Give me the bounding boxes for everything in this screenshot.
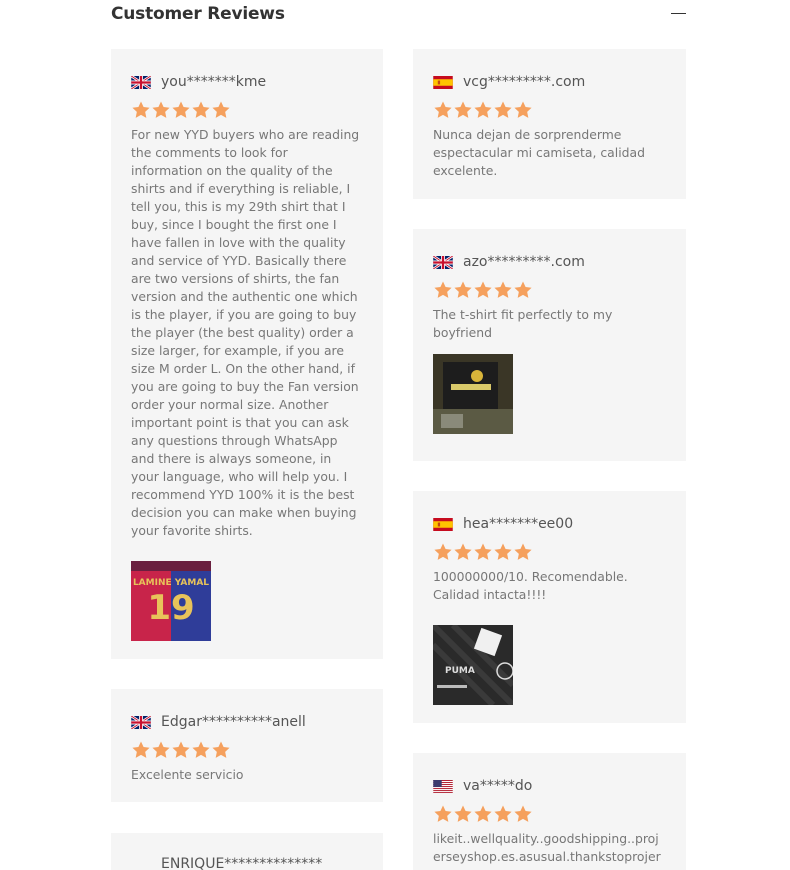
review-photo[interactable]: 19 LAMINE YAMAL [131, 561, 211, 641]
star-icon [211, 740, 231, 760]
star-icon [433, 542, 453, 562]
uk-flag-icon [131, 76, 151, 89]
review-text: Excelente servicio [131, 767, 244, 782]
review-card: ENRIQUE************** [111, 833, 383, 870]
reviewer-name: Edgar**********anell [161, 714, 306, 730]
star-icon [433, 100, 453, 120]
review-photo[interactable]: PUMA [433, 625, 513, 705]
star-rating [433, 100, 666, 120]
star-icon [493, 280, 513, 300]
review-card: hea*******ee00 100000000/10. Recomendabl… [413, 491, 686, 723]
star-icon [473, 804, 493, 824]
uk-flag-icon [433, 256, 453, 269]
review-text: The t-shirt fit perfectly to my boyfrien… [433, 307, 613, 340]
star-icon [131, 740, 151, 760]
review-text: likeit..wellquality..goodshipping..proje… [433, 831, 661, 870]
star-icon [513, 280, 533, 300]
star-icon [433, 280, 453, 300]
reviews-header: Customer Reviews [111, 4, 686, 28]
star-icon [473, 100, 493, 120]
section-title: Customer Reviews [111, 4, 285, 24]
star-icon [191, 100, 211, 120]
star-icon [493, 542, 513, 562]
reviewer-name: va*****do [463, 778, 533, 794]
star-icon [513, 804, 533, 824]
star-icon [473, 280, 493, 300]
star-icon [211, 100, 231, 120]
star-icon [191, 740, 211, 760]
reviewer-name: you*******kme [161, 74, 267, 90]
star-icon [473, 542, 493, 562]
svg-text:19: 19 [147, 588, 194, 628]
star-icon [131, 100, 151, 120]
star-icon [171, 100, 191, 120]
spain-flag-icon [433, 518, 453, 531]
star-icon [493, 100, 513, 120]
star-rating [131, 740, 363, 760]
star-icon [151, 740, 171, 760]
star-icon [171, 740, 191, 760]
review-card: va*****do likeit..wellquality..goodshipp… [413, 753, 686, 870]
star-rating [131, 100, 363, 120]
star-icon [151, 100, 171, 120]
review-card: azo*********.com The t-shirt fit perfect… [413, 229, 686, 461]
spain-flag-icon [433, 76, 453, 89]
uk-flag-icon [131, 716, 151, 729]
svg-text:LAMINE YAMAL: LAMINE YAMAL [133, 578, 209, 588]
usa-flag-icon [433, 780, 453, 793]
reviewer-name: vcg*********.com [463, 74, 586, 90]
reviewer-name: hea*******ee00 [463, 516, 574, 532]
star-icon [453, 280, 473, 300]
collapse-toggle-icon[interactable] [671, 13, 686, 14]
star-rating [433, 804, 666, 824]
svg-text:PUMA: PUMA [445, 666, 475, 676]
star-icon [453, 100, 473, 120]
reviewer-name: ENRIQUE************** [161, 856, 323, 870]
review-text: 100000000/10. Recomendable. Calidad inta… [433, 569, 628, 602]
star-icon [433, 804, 453, 824]
star-icon [513, 100, 533, 120]
star-rating [433, 542, 666, 562]
review-text: For new YYD buyers who are reading the c… [131, 127, 360, 538]
review-card: you*******kme For new YYD buyers who are… [111, 49, 383, 659]
review-card: vcg*********.com Nunca dejan de sorprend… [413, 49, 686, 199]
review-photo[interactable] [433, 354, 513, 434]
reviewer-name: azo*********.com [463, 254, 585, 270]
star-icon [453, 804, 473, 824]
star-icon [453, 542, 473, 562]
review-text: Nunca dejan de sorprenderme espectacular… [433, 127, 645, 178]
star-icon [513, 542, 533, 562]
review-card: Edgar**********anell Excelente servicio [111, 689, 383, 802]
star-rating [433, 280, 666, 300]
star-icon [493, 804, 513, 824]
